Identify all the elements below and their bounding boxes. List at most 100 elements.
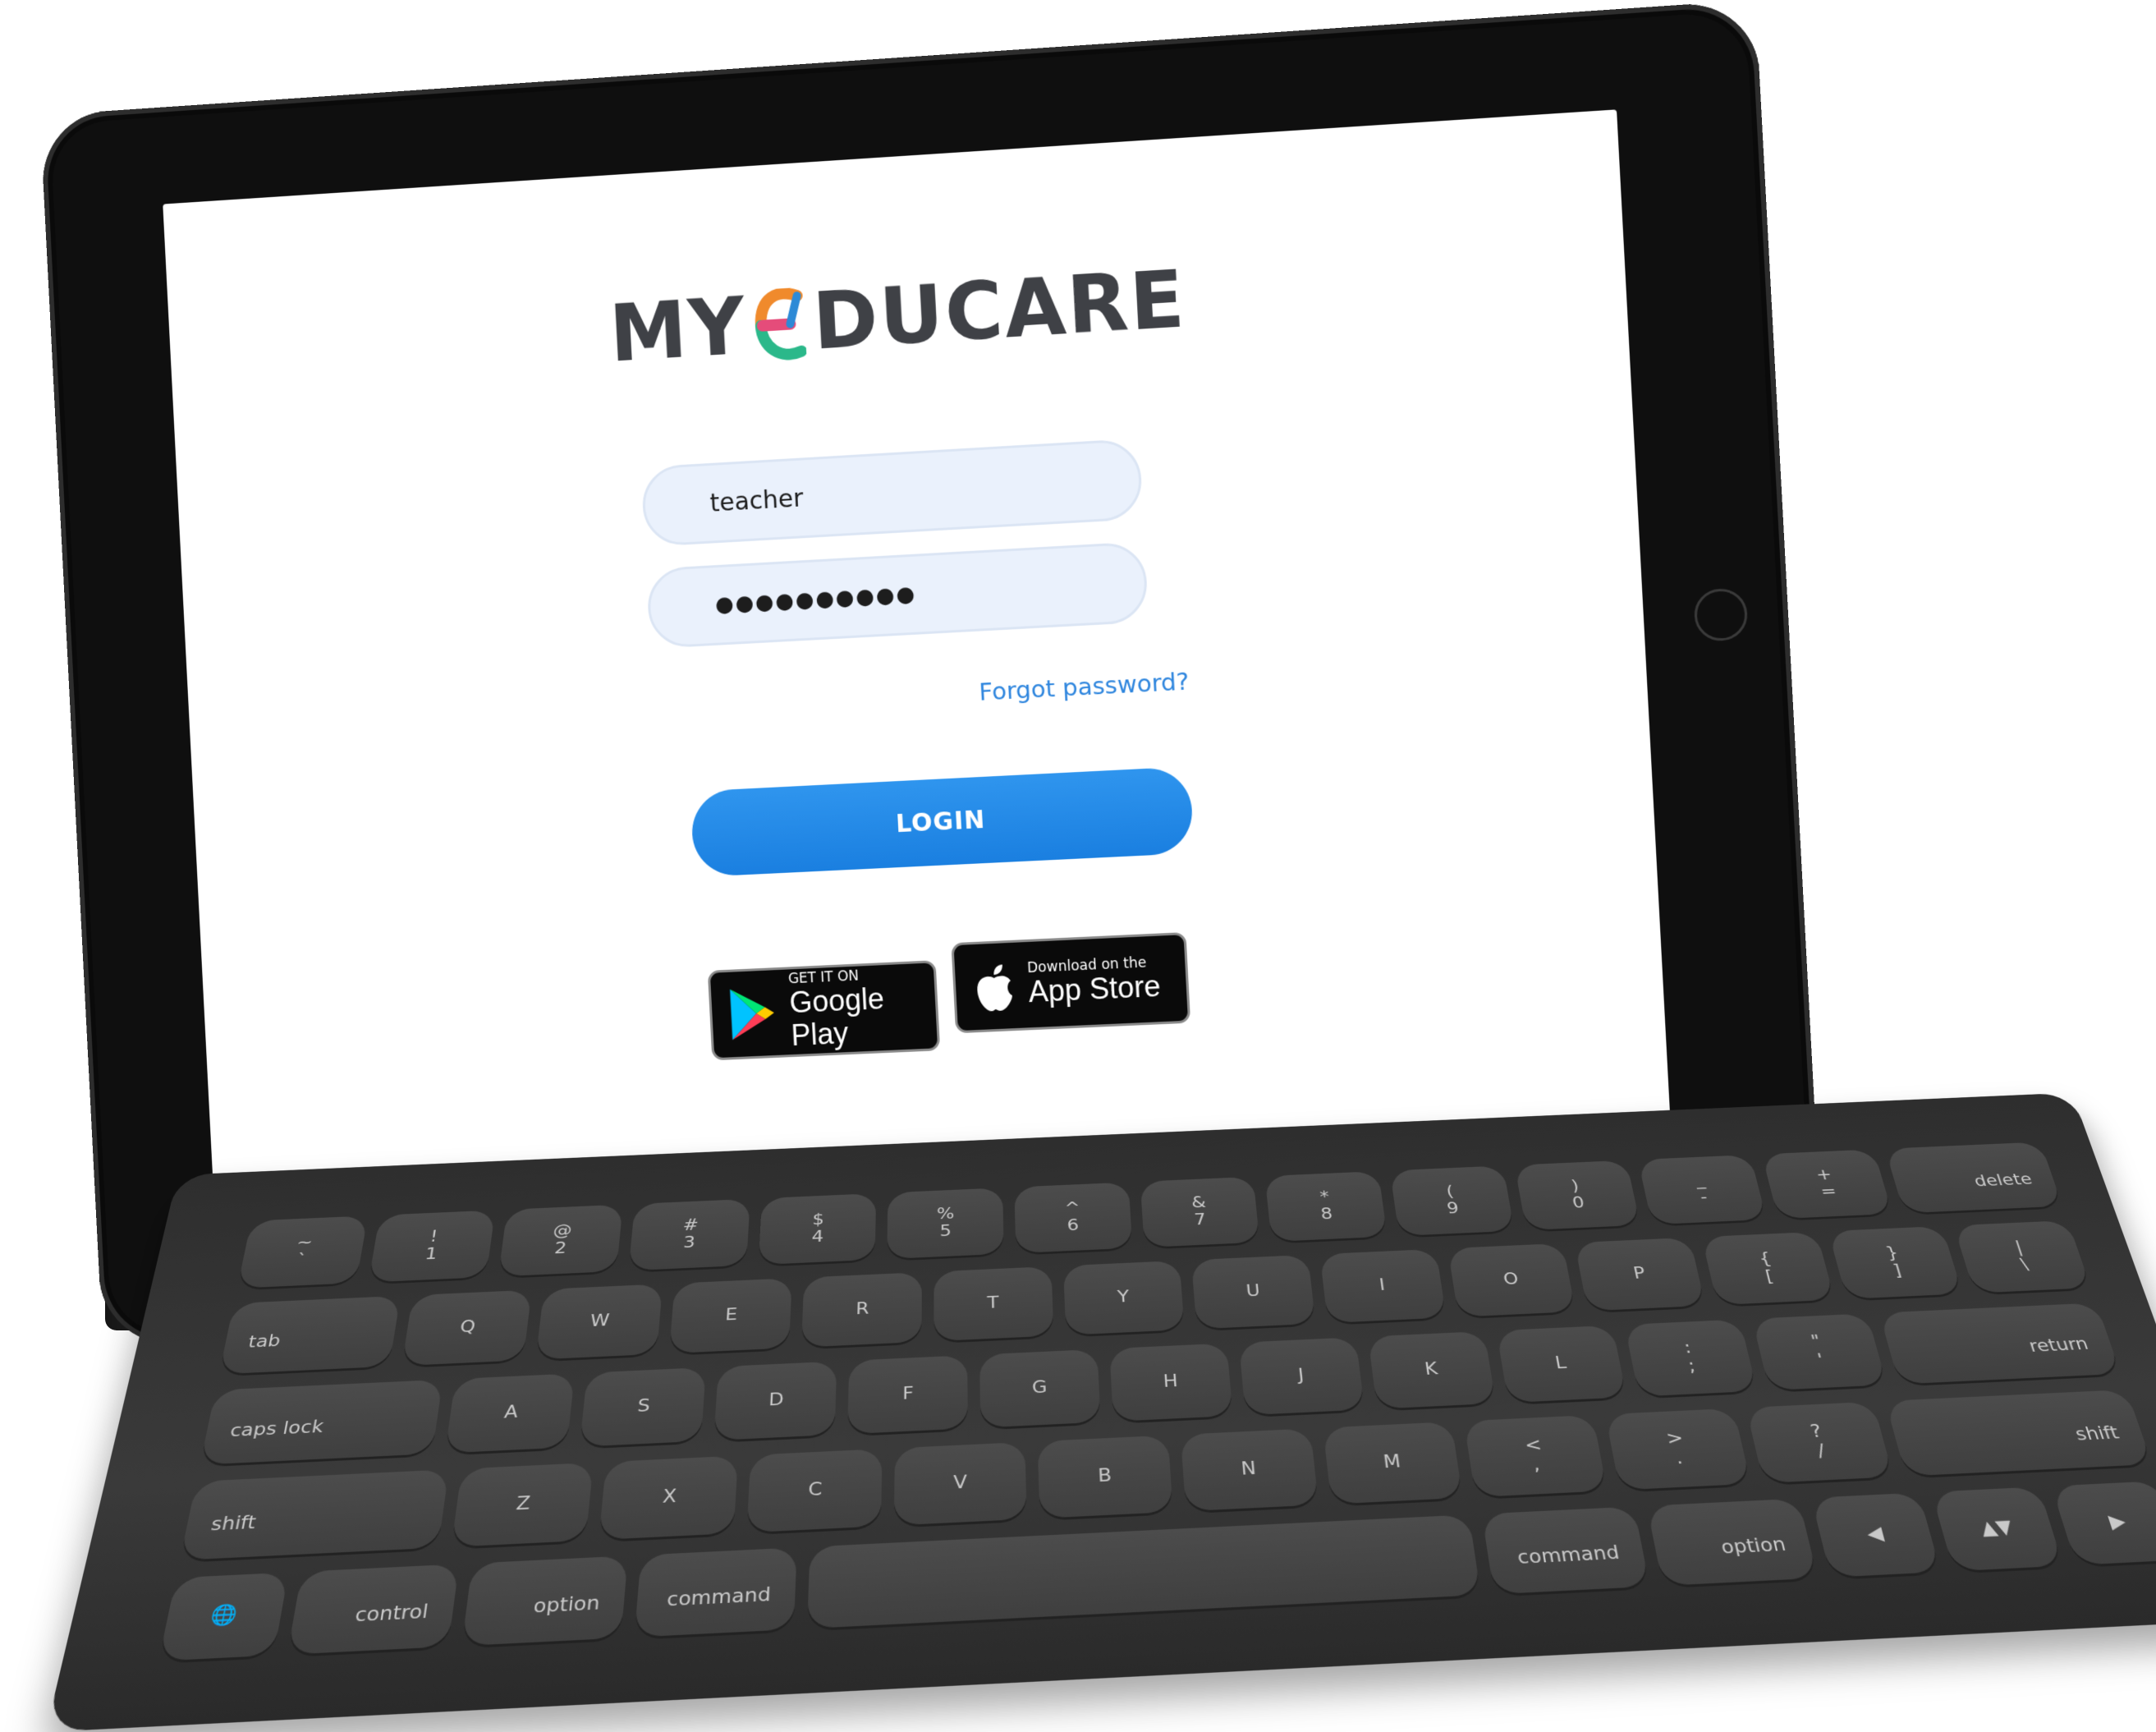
key-label: ) 0 xyxy=(1567,1178,1585,1212)
key[interactable]: { [ xyxy=(1701,1232,1834,1305)
key[interactable]: K xyxy=(1368,1331,1496,1409)
key-label: Y xyxy=(1117,1289,1129,1307)
key[interactable]: F xyxy=(847,1355,968,1434)
key[interactable]: option xyxy=(461,1555,628,1646)
key[interactable]: T xyxy=(934,1266,1053,1341)
key[interactable]: return xyxy=(1878,1302,2121,1384)
key-label: return xyxy=(2027,1335,2091,1357)
login-button[interactable]: LOGIN xyxy=(690,766,1195,877)
logo-text-left: MY xyxy=(608,280,749,379)
key[interactable]: ( 9 xyxy=(1390,1165,1514,1236)
key-label: tab xyxy=(246,1332,282,1352)
key[interactable]: O xyxy=(1447,1243,1576,1317)
key-label: K xyxy=(1424,1360,1439,1380)
key-label: N xyxy=(1241,1459,1257,1480)
key-label: ▶ xyxy=(2107,1512,2129,1533)
myeducare-logo: MY DUCARE xyxy=(608,254,1188,379)
key[interactable]: | \ xyxy=(1954,1220,2091,1293)
key[interactable]: ) 0 xyxy=(1514,1160,1640,1230)
app-store-badge[interactable]: Download on the App Store xyxy=(951,932,1190,1033)
password-value: ●●●●●●●●●● xyxy=(714,582,916,618)
key[interactable]: V xyxy=(894,1442,1028,1526)
key-label: S xyxy=(637,1397,651,1417)
key-label: ( 9 xyxy=(1443,1183,1461,1218)
key[interactable]: 🌐 xyxy=(158,1573,289,1661)
key[interactable]: S xyxy=(580,1367,706,1447)
password-input[interactable]: ●●●●●●●●●● xyxy=(646,541,1149,649)
key[interactable]: W xyxy=(535,1284,662,1359)
key-label: ^ 6 xyxy=(1064,1200,1081,1235)
username-input[interactable]: teacher xyxy=(640,439,1143,547)
key[interactable]: R xyxy=(801,1272,922,1347)
key-label: P xyxy=(1632,1265,1647,1283)
key[interactable]: * 8 xyxy=(1265,1171,1388,1242)
key[interactable]: ◀ xyxy=(1811,1492,1941,1577)
google-play-badge[interactable]: GET IT ON Google Play xyxy=(708,960,940,1060)
key[interactable]: control xyxy=(287,1564,459,1654)
key[interactable]: shift xyxy=(1885,1390,2152,1477)
key-label: I xyxy=(1378,1276,1387,1294)
key[interactable]: E xyxy=(669,1278,792,1353)
key[interactable]: } ] xyxy=(1828,1226,1963,1299)
key[interactable]: N xyxy=(1181,1428,1319,1511)
key[interactable]: D xyxy=(714,1362,837,1440)
key[interactable]: $ 4 xyxy=(758,1193,876,1265)
key[interactable]: ! 1 xyxy=(368,1210,495,1282)
key[interactable]: option xyxy=(1647,1499,1818,1586)
logo-e-mark xyxy=(753,287,807,361)
key-label: caps lock xyxy=(228,1417,325,1441)
key[interactable]: P xyxy=(1575,1238,1705,1312)
key[interactable]: @ 2 xyxy=(498,1205,623,1277)
key[interactable]: ▲▼ xyxy=(1931,1486,2063,1571)
key[interactable]: H xyxy=(1109,1344,1232,1422)
key-label: control xyxy=(353,1601,429,1627)
key[interactable]: ▶ xyxy=(2051,1481,2156,1565)
forgot-password-link[interactable]: Forgot password? xyxy=(979,667,1190,705)
key[interactable]: & 7 xyxy=(1140,1177,1259,1247)
key[interactable]: # 3 xyxy=(629,1199,750,1270)
key[interactable]: ^ 6 xyxy=(1014,1182,1132,1253)
key[interactable]: tab xyxy=(219,1296,401,1375)
google-play-text: GET IT ON Google Play xyxy=(788,965,938,1052)
key[interactable]: < , xyxy=(1464,1415,1607,1497)
key-label: U xyxy=(1245,1282,1261,1301)
key[interactable]: Q xyxy=(402,1290,532,1366)
key[interactable]: B xyxy=(1038,1436,1173,1518)
key[interactable]: % 5 xyxy=(888,1188,1004,1259)
key-label: ◀ xyxy=(1865,1523,1885,1545)
home-button[interactable] xyxy=(1693,587,1749,642)
key[interactable]: ? / xyxy=(1745,1402,1893,1483)
key-label: O xyxy=(1502,1270,1521,1289)
key[interactable]: : ; xyxy=(1624,1320,1757,1397)
key[interactable]: Z xyxy=(451,1463,594,1547)
key-label: 🌐 xyxy=(209,1605,240,1628)
login-screen: MY DUCARE teacher ●●●●●●●●●● Forgot pass xyxy=(163,109,1674,1252)
key[interactable]: shift xyxy=(180,1469,449,1560)
key[interactable]: A xyxy=(445,1373,575,1453)
google-play-icon xyxy=(725,981,780,1045)
key[interactable]: caps lock xyxy=(200,1380,443,1465)
key[interactable]: > . xyxy=(1605,1408,1750,1491)
key[interactable]: + = xyxy=(1762,1149,1892,1219)
key[interactable]: " ' xyxy=(1752,1313,1887,1390)
key[interactable]: Y xyxy=(1063,1261,1185,1335)
key-label: V xyxy=(953,1472,967,1493)
key-label: | \ xyxy=(2013,1238,2031,1274)
key[interactable]: command xyxy=(1482,1506,1649,1594)
key[interactable]: ~ ` xyxy=(237,1215,368,1288)
key[interactable]: command xyxy=(635,1547,797,1637)
key[interactable]: J xyxy=(1239,1337,1365,1415)
key-label: R xyxy=(856,1300,869,1319)
key-label: ~ ` xyxy=(291,1234,314,1270)
key[interactable]: _ - xyxy=(1638,1155,1767,1224)
key-label: C xyxy=(808,1480,823,1500)
key[interactable]: X xyxy=(599,1455,738,1540)
key[interactable]: M xyxy=(1323,1422,1463,1504)
key[interactable]: C xyxy=(747,1449,883,1532)
key[interactable]: G xyxy=(979,1349,1100,1428)
key[interactable]: I xyxy=(1319,1249,1446,1323)
key[interactable]: delete xyxy=(1885,1142,2063,1213)
key[interactable]: L xyxy=(1496,1325,1626,1403)
key[interactable]: U xyxy=(1191,1255,1315,1330)
key-label: : ; xyxy=(1682,1339,1697,1376)
